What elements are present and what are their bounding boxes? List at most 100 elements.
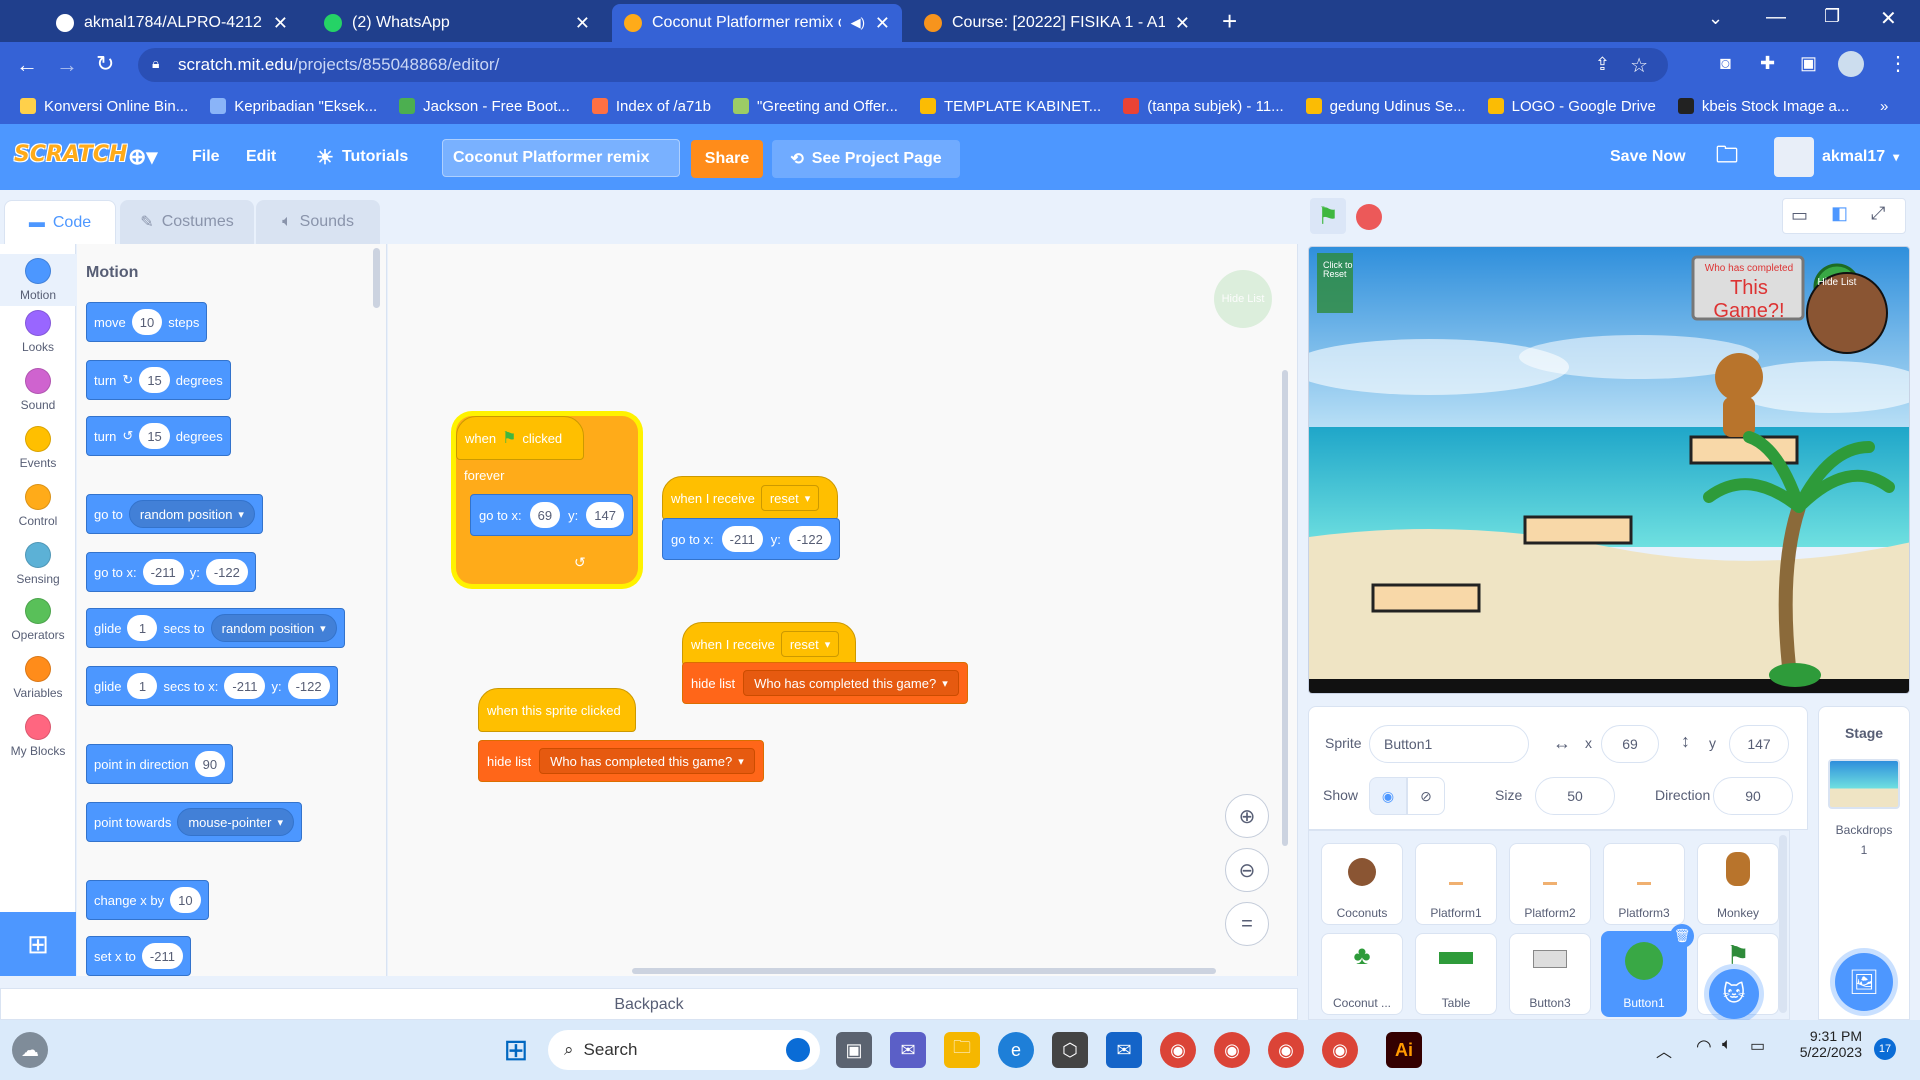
block-goto-random[interactable]: go to random position — [86, 494, 263, 534]
delete-sprite-icon[interactable]: 🗑︎ — [1670, 924, 1694, 948]
share-button[interactable]: Share — [691, 140, 763, 178]
category-control[interactable]: Control — [0, 484, 76, 528]
block-point-direction[interactable]: point in direction 90 — [86, 744, 234, 784]
block-hide-list-2[interactable]: hide list Who has completed this game? — [478, 740, 764, 782]
restore-icon[interactable]: ❐ — [1824, 6, 1840, 27]
scratch-logo[interactable]: SCRATCH — [14, 142, 127, 167]
bookmark-item[interactable]: (tanpa subjek) - 11... — [1123, 98, 1284, 115]
sprite-tile[interactable]: Platform1 — [1415, 843, 1497, 925]
sprite-tile[interactable]: Monkey — [1697, 843, 1779, 925]
wifi-icon[interactable]: ◠ — [1696, 1036, 1712, 1057]
bookmark-item[interactable]: "Greeting and Offer... — [732, 98, 898, 115]
workspace-vertical-scrollbar[interactable] — [1282, 370, 1288, 846]
sprite-name-input[interactable]: Button1 — [1369, 725, 1529, 763]
my-stuff-folder-icon[interactable]: 🗀 — [1716, 124, 1738, 190]
sprite-tile-selected[interactable]: Button1 🗑︎ — [1601, 924, 1694, 1017]
sprite-list-scrollbar[interactable] — [1779, 835, 1787, 1013]
block-glide-random[interactable]: glide 1 secs to random position — [86, 608, 345, 648]
choose-backdrop-button[interactable]: 🖼︎ — [1835, 953, 1893, 1011]
when-sprite-clicked-hat[interactable]: when this sprite clicked — [478, 688, 636, 732]
block-goto-xy[interactable]: go to x: -211 y: -122 — [86, 552, 256, 592]
browser-tab-course[interactable]: Course: [20222] FISIKA 1 - A11.42 ✕ — [912, 4, 1202, 42]
volume-icon[interactable]: 🔈︎ — [1722, 1036, 1732, 1054]
code-workspace[interactable]: when ⚑ clicked forever go to x: 69 y: 14… — [388, 244, 1298, 976]
chrome-profile-icon[interactable]: ◉ — [1268, 1032, 1304, 1068]
browser-tab-scratch[interactable]: Coconut Platformer remix on ◀) ✕ — [612, 4, 902, 42]
block-hide-list[interactable]: hide list Who has completed this game? — [682, 662, 968, 704]
workspace-horizontal-scrollbar[interactable] — [632, 968, 1216, 974]
stage-thumbnail[interactable] — [1828, 759, 1900, 809]
file-explorer-icon[interactable]: 🗀 — [944, 1032, 980, 1068]
script-flag-forever[interactable]: when ⚑ clicked forever go to x: 69 y: 14… — [456, 416, 638, 584]
tab-sounds[interactable]: 🔈︎ Sounds — [256, 200, 380, 244]
block-change-x[interactable]: change x by 10 — [86, 880, 209, 920]
speaker-icon[interactable]: ◀) — [851, 15, 865, 31]
bookmark-item[interactable]: TEMPLATE KABINET... — [919, 98, 1101, 115]
bookmark-item[interactable]: Jackson - Free Boot... — [399, 98, 570, 115]
category-operators[interactable]: Operators — [0, 598, 76, 642]
language-globe-icon[interactable]: ⊕▾ — [128, 124, 157, 190]
palette-scrollbar[interactable] — [373, 248, 380, 308]
reload-icon[interactable]: ↻ — [96, 51, 114, 77]
battery-icon[interactable]: ▭ — [1750, 1036, 1765, 1056]
block-point-towards[interactable]: point towards mouse-pointer — [86, 802, 302, 842]
bookmark-item[interactable]: LOGO - Google Drive — [1487, 98, 1656, 115]
notification-badge[interactable]: 17 — [1874, 1038, 1896, 1060]
sprite-tile[interactable]: Table — [1415, 933, 1497, 1015]
category-motion[interactable]: Motion — [0, 254, 76, 306]
taskbar-search[interactable]: ⌕ Search — [548, 1030, 820, 1070]
profile-avatar[interactable] — [1838, 51, 1864, 77]
who-completed-big[interactable]: This Game?! — [1701, 277, 1797, 323]
browser-tab-github[interactable]: akmal1784/ALPRO-4212 ✕ — [44, 4, 300, 42]
bookmark-item[interactable]: kbeis Stock Image a... — [1677, 98, 1849, 115]
chrome-profile-icon[interactable]: ◉ — [1214, 1032, 1250, 1068]
tutorials-button[interactable]: ☀ Tutorials — [316, 124, 408, 190]
minimize-icon[interactable]: — — [1766, 6, 1786, 29]
block-glide-xy[interactable]: glide 1 secs to x: -211 y: -122 — [86, 666, 338, 706]
tab-costumes[interactable]: ✎ Costumes — [120, 200, 254, 244]
close-tab-icon[interactable]: ✕ — [875, 13, 890, 34]
block-set-x[interactable]: set x to -211 — [86, 936, 191, 976]
forward-icon[interactable]: → — [56, 52, 78, 78]
bookmarks-more[interactable]: » — [1880, 98, 1888, 115]
illustrator-icon[interactable]: Ai — [1386, 1032, 1422, 1068]
zoom-out-button[interactable]: ⊖ — [1225, 848, 1269, 892]
browser-tab-whatsapp[interactable]: (2) WhatsApp ✕ — [312, 4, 602, 42]
block-turn-right[interactable]: turn ↻ 15 degrees — [86, 360, 231, 400]
file-menu[interactable]: File — [192, 124, 220, 190]
when-flag-clicked-hat[interactable]: when ⚑ clicked — [456, 416, 584, 460]
category-events[interactable]: Events — [0, 426, 76, 470]
tab-code[interactable]: ▬ Code — [4, 200, 116, 244]
bookmark-item[interactable]: gedung Udinus Se... — [1305, 98, 1466, 115]
url-field[interactable]: 🔒︎ scratch.mit.edu/projects/855048868/ed… — [138, 48, 1668, 82]
close-tab-icon[interactable]: ✕ — [273, 13, 288, 34]
see-project-page-button[interactable]: ⟲ See Project Page — [772, 140, 960, 178]
x-input[interactable]: 69 — [1601, 725, 1659, 763]
hide-list-sprite[interactable]: Hide List — [1817, 277, 1857, 288]
when-i-receive-reset-hat[interactable]: when I receive reset — [662, 476, 838, 520]
close-window-icon[interactable]: ✕ — [1880, 6, 1897, 31]
share-page-icon[interactable]: ⇪ — [1595, 54, 1610, 75]
new-tab-icon[interactable]: + — [1222, 6, 1237, 37]
zoom-reset-button[interactable]: = — [1225, 902, 1269, 946]
show-hidden-button[interactable]: ⊘ — [1407, 777, 1445, 815]
weather-icon[interactable]: ☁ — [12, 1032, 48, 1068]
bookmark-item[interactable]: Kepribadian "Eksek... — [210, 98, 377, 115]
size-input[interactable]: 50 — [1535, 777, 1615, 815]
project-title-input[interactable]: Coconut Platformer remix — [442, 139, 680, 177]
add-extension-button[interactable]: ⊞ — [0, 912, 76, 976]
backpack-bar[interactable]: Backpack — [0, 988, 1298, 1020]
stop-button[interactable] — [1356, 204, 1382, 230]
chrome-icon[interactable]: ◉ — [1160, 1032, 1196, 1068]
menu-dots-icon[interactable]: ⋮ — [1888, 51, 1908, 76]
sprite-tile[interactable]: Coconuts — [1321, 843, 1403, 925]
bookmark-item[interactable]: Konversi Online Bin... — [20, 98, 188, 115]
sprite-tile[interactable]: ♣ Coconut ... — [1321, 933, 1403, 1015]
tray-chevron-icon[interactable]: ︿ — [1656, 1038, 1672, 1062]
block-goto-xy-69-147[interactable]: go to x: 69 y: 147 — [470, 494, 633, 536]
small-stage-icon[interactable]: ▭ — [1791, 205, 1808, 226]
sprite-tile[interactable]: Platform3 — [1603, 843, 1685, 925]
green-flag-button[interactable]: ⚑ — [1310, 198, 1346, 234]
extensions-icon[interactable]: ✚ — [1760, 53, 1775, 74]
fullscreen-icon[interactable]: ⤢ — [1871, 203, 1885, 224]
